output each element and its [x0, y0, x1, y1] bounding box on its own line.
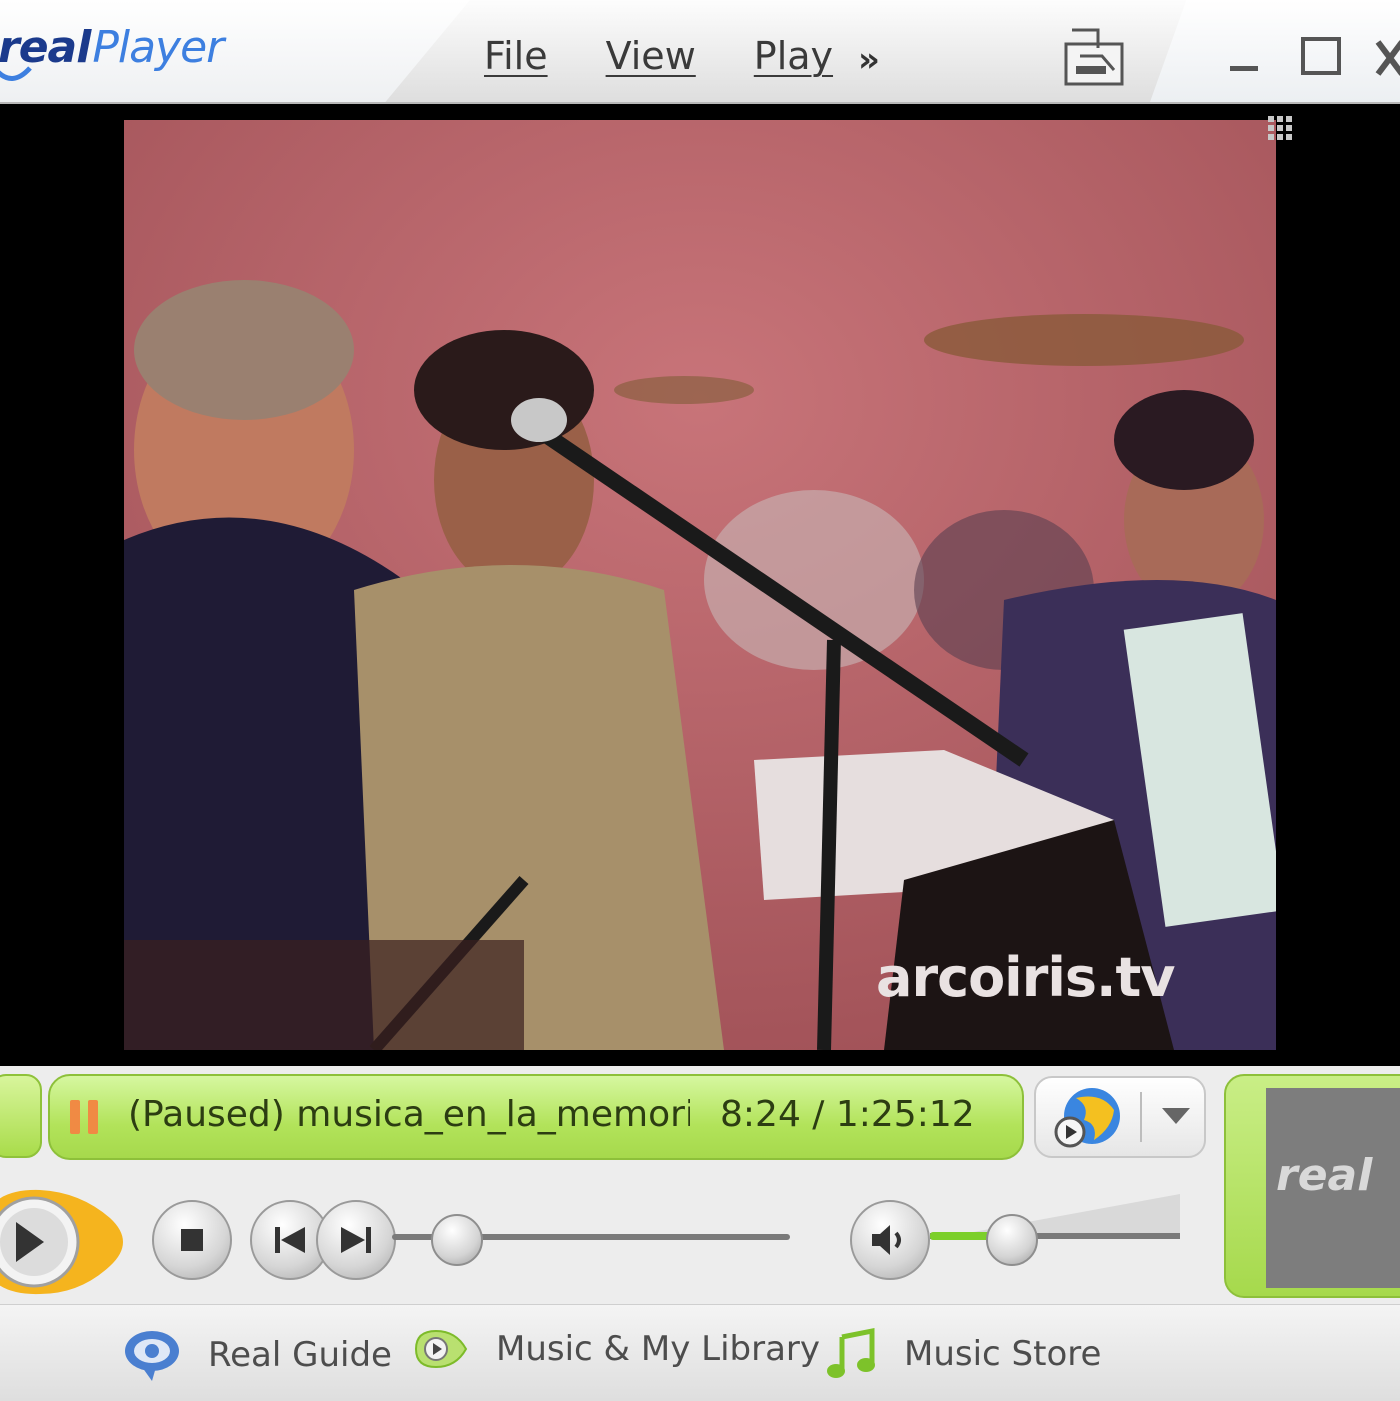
- minimize-icon[interactable]: [1228, 56, 1262, 76]
- logo-player-text: Player: [92, 22, 224, 73]
- menu-file[interactable]: File: [484, 34, 548, 78]
- video-watermark: arcoiris.tv: [876, 946, 1175, 1009]
- status-display[interactable]: (Paused) musica_en_la_memoria 8:24 / 1:2…: [48, 1074, 1024, 1160]
- mini-real-logo: real: [1276, 1150, 1373, 1201]
- nav-music-store-label: Music Store: [904, 1334, 1102, 1374]
- menu-play[interactable]: Play: [754, 34, 833, 78]
- control-panel: (Paused) musica_en_la_memoria 8:24 / 1:2…: [0, 1066, 1400, 1401]
- menu-view[interactable]: View: [606, 34, 696, 78]
- chevron-down-icon[interactable]: [1160, 1104, 1192, 1128]
- nav-real-guide-label: Real Guide: [208, 1335, 392, 1375]
- nav-music-library[interactable]: Music & My Library: [412, 1327, 820, 1371]
- window-controls-zone: [1150, 0, 1400, 102]
- nav-music-store[interactable]: Music Store: [824, 1327, 1101, 1381]
- video-frame[interactable]: arcoiris.tv: [124, 120, 1276, 1050]
- skip-forward-icon: [341, 1227, 371, 1253]
- video-area[interactable]: arcoiris.tv: [0, 104, 1400, 1066]
- stop-icon: [181, 1229, 203, 1251]
- paused-icon: [70, 1100, 98, 1134]
- music-note-icon: [827, 1327, 875, 1378]
- toolbar-mode-icon[interactable]: [1062, 26, 1128, 88]
- nav-real-guide[interactable]: Real Guide: [122, 1327, 392, 1383]
- logo-swoosh-icon: [0, 66, 32, 81]
- globe-separator: [1140, 1092, 1142, 1142]
- close-icon[interactable]: [1374, 38, 1400, 78]
- volume-slider-handle[interactable]: [986, 1214, 1038, 1266]
- real-guide-icon: [125, 1331, 179, 1381]
- status-clip-title: (Paused) musica_en_la_memoria: [128, 1094, 690, 1135]
- maximize-icon[interactable]: [1300, 36, 1344, 78]
- mute-button[interactable]: [850, 1200, 930, 1280]
- nav-music-library-label: Music & My Library: [496, 1329, 821, 1369]
- stop-button[interactable]: [152, 1200, 232, 1280]
- status-time: 8:24 / 1:25:12: [720, 1094, 975, 1135]
- menu-more-chevron-icon[interactable]: »: [858, 40, 880, 80]
- play-button[interactable]: [0, 1184, 136, 1300]
- video-scene-image: [124, 120, 1276, 1050]
- skip-back-icon: [275, 1227, 305, 1253]
- seek-slider-handle[interactable]: [431, 1214, 484, 1266]
- music-library-icon: [414, 1329, 468, 1369]
- title-bar: realPlayer File View Play »: [0, 0, 1400, 104]
- globe-icon: [1054, 1088, 1120, 1148]
- next-button[interactable]: [316, 1200, 396, 1280]
- bottom-nav-bar: Real Guide Music & My Library Music Stor…: [0, 1304, 1400, 1401]
- volume-fill: [930, 1232, 992, 1240]
- left-panel-toggle[interactable]: [0, 1074, 42, 1158]
- menu-bar: File View Play: [484, 34, 833, 78]
- mini-preview-panel[interactable]: real: [1224, 1074, 1400, 1298]
- mini-preview-screen: real: [1266, 1088, 1400, 1288]
- video-grip-icon[interactable]: [1266, 114, 1296, 144]
- speaker-icon: [872, 1225, 901, 1255]
- media-browser-button[interactable]: [1034, 1076, 1206, 1158]
